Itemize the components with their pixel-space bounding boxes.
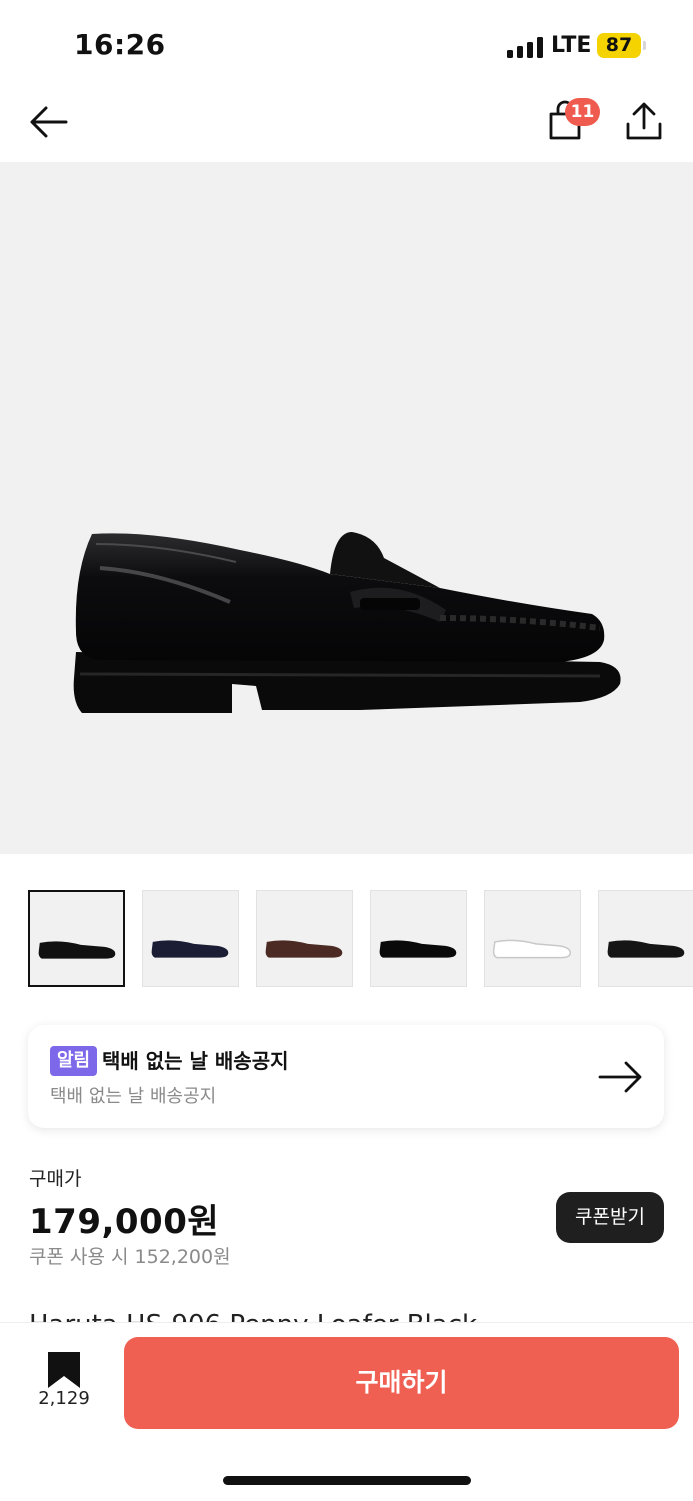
network-type: LTE [551,33,592,58]
notice-badge: 알림 [50,1046,98,1076]
thumbnail-image [265,940,343,958]
bookmark-icon [48,1352,80,1388]
get-coupon-button[interactable]: 쿠폰받기 [556,1192,664,1243]
battery-tip [643,41,646,50]
cart-count-badge: 11 [565,98,600,126]
thumbnail-navy[interactable] [142,890,239,987]
notice-title: 택배 없는 날 배송공지 [102,1049,289,1073]
product-name: Haruta HS-906 Penny Loafer Black [29,1310,477,1322]
product-name-container: Haruta HS-906 Penny Loafer Black [0,1300,693,1322]
home-indicator [223,1476,471,1485]
thumbnail-black-2[interactable] [370,890,467,987]
status-time: 16:26 [74,28,166,61]
battery-icon: 87 [597,33,641,58]
arrow-right-icon [598,1061,642,1093]
bookmark-count: 2,129 [38,1388,90,1409]
thumbnail-strip [28,890,693,990]
price-label: 구매가 [29,1168,82,1190]
arrow-left-icon [30,106,68,138]
thumbnail-image [151,940,229,958]
thumbnail-black-3[interactable] [598,890,693,987]
loafer-image [73,532,621,713]
price-value: 179,000원 [29,1202,220,1242]
thumbnail-white[interactable] [484,890,581,987]
share-button[interactable] [621,100,667,144]
thumbnail-image [492,939,571,959]
thumbnail-image [607,940,685,958]
notice-card[interactable]: 알림 택배 없는 날 배송공지 택배 없는 날 배송공지 [28,1025,664,1128]
back-button[interactable] [26,100,74,144]
share-icon [626,102,662,140]
thumbnail-black-1[interactable] [28,890,125,987]
notice-subtitle: 택배 없는 날 배송공지 [50,1086,217,1107]
buy-button[interactable]: 구매하기 [124,1337,679,1429]
signal-icon [507,36,543,58]
thumbnail-image [38,941,116,959]
coupon-price: 쿠폰 사용 시 152,200원 [29,1246,231,1268]
product-image[interactable] [0,162,693,854]
thumbnail-brown[interactable] [256,890,353,987]
thumbnail-image [379,940,457,958]
